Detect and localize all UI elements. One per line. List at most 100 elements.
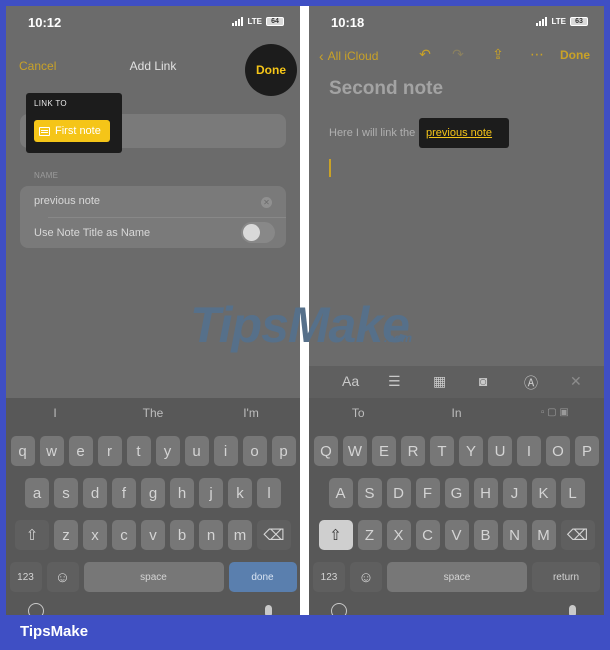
undo-icon[interactable]: ↶ (417, 46, 433, 62)
key[interactable]: F (415, 478, 440, 508)
key[interactable]: h (170, 478, 194, 508)
done-button[interactable]: Done (245, 44, 297, 96)
numbers-key[interactable]: 123 (313, 562, 345, 592)
microphone-icon[interactable] (265, 605, 272, 615)
key[interactable]: c (112, 520, 136, 550)
clear-icon[interactable]: ✕ (261, 197, 272, 208)
key[interactable]: R (401, 436, 425, 466)
table-icon[interactable]: ▦ (433, 373, 446, 390)
key[interactable]: Q (314, 436, 338, 466)
done-button[interactable]: Done (560, 48, 590, 62)
key[interactable]: z (54, 520, 78, 550)
key[interactable]: i (213, 436, 238, 466)
format-text-button[interactable]: Aa (342, 373, 359, 389)
key[interactable]: B (473, 520, 498, 550)
key[interactable]: k (228, 478, 252, 508)
suggestion-item[interactable]: I (6, 398, 104, 428)
key[interactable]: Y (459, 436, 483, 466)
key[interactable]: I (517, 436, 541, 466)
use-title-toggle[interactable] (241, 222, 275, 243)
key[interactable]: S (357, 478, 382, 508)
key[interactable]: J (502, 478, 527, 508)
key[interactable]: l (257, 478, 281, 508)
key[interactable]: L (560, 478, 585, 508)
globe-icon[interactable] (331, 603, 347, 615)
key[interactable]: M (531, 520, 556, 550)
key[interactable]: U (488, 436, 512, 466)
key[interactable]: y (155, 436, 180, 466)
key[interactable]: b (170, 520, 194, 550)
key[interactable]: q (10, 436, 35, 466)
key[interactable]: P (575, 436, 599, 466)
key[interactable]: N (502, 520, 527, 550)
more-icon[interactable]: ⋯ (529, 46, 545, 62)
numbers-key[interactable]: 123 (9, 562, 42, 592)
key[interactable]: s (54, 478, 78, 508)
key[interactable]: A (328, 478, 353, 508)
key[interactable]: a (25, 478, 49, 508)
key[interactable]: Z (357, 520, 382, 550)
done-key[interactable]: done (228, 562, 297, 592)
note-title[interactable]: Second note (329, 78, 443, 100)
camera-icon[interactable]: ◙ (479, 373, 487, 389)
globe-icon[interactable] (28, 603, 44, 615)
key[interactable]: w (39, 436, 64, 466)
return-key[interactable]: return (532, 562, 600, 592)
key[interactable]: H (473, 478, 498, 508)
key[interactable]: d (83, 478, 107, 508)
key-row-4: 123 ☺ space done (6, 562, 300, 592)
key[interactable]: K (531, 478, 556, 508)
key[interactable]: X (386, 520, 411, 550)
format-toolbar: Aa ☰ ▦ ◙ Ⓐ ✕ (309, 366, 604, 398)
keyboard: To In ▫ ▢ ▣ Q W E R T Y U I O P A S D F … (309, 398, 604, 615)
key[interactable]: V (444, 520, 469, 550)
checklist-icon[interactable]: ☰ (388, 373, 401, 390)
key[interactable]: G (444, 478, 469, 508)
key[interactable]: t (126, 436, 151, 466)
key[interactable]: g (141, 478, 165, 508)
key-row-2: A S D F G H J K L (309, 478, 604, 508)
key[interactable]: T (430, 436, 454, 466)
suggestion-item[interactable]: I'm (202, 398, 300, 428)
key[interactable]: E (372, 436, 396, 466)
status-bar: 10:12 LTE 64 (6, 6, 300, 40)
key[interactable]: v (141, 520, 165, 550)
key[interactable]: m (228, 520, 252, 550)
key[interactable]: j (199, 478, 223, 508)
key[interactable]: r (97, 436, 122, 466)
key[interactable]: e (68, 436, 93, 466)
note-body[interactable]: Here I will link the (329, 127, 415, 139)
key-row-1: Q W E R T Y U I O P (309, 436, 604, 466)
redo-icon[interactable]: ↷ (450, 46, 466, 62)
share-icon[interactable]: ⇪ (490, 46, 506, 62)
close-icon[interactable]: ✕ (570, 373, 582, 390)
back-button[interactable]: ‹ All iCloud (319, 48, 378, 64)
suggestion-item[interactable]: To (309, 398, 407, 428)
delete-key[interactable]: ⌫ (560, 520, 595, 550)
key[interactable]: u (184, 436, 209, 466)
suggestion-item[interactable]: The (104, 398, 202, 428)
key[interactable]: D (386, 478, 411, 508)
key[interactable]: n (199, 520, 223, 550)
key-row-3: ⇧ Z X C V B N M ⌫ (309, 520, 604, 550)
emoji-key[interactable]: ☺ (46, 562, 79, 592)
delete-key[interactable]: ⌫ (257, 520, 291, 550)
shift-key[interactable]: ⇧ (318, 520, 353, 550)
markup-icon[interactable]: Ⓐ (524, 373, 538, 393)
key[interactable]: O (546, 436, 570, 466)
key[interactable]: f (112, 478, 136, 508)
key[interactable]: p (271, 436, 296, 466)
shift-key[interactable]: ⇧ (15, 520, 49, 550)
key[interactable]: W (343, 436, 367, 466)
linked-note-chip[interactable]: First note (34, 120, 110, 142)
emoji-key[interactable]: ☺ (350, 562, 382, 592)
space-key[interactable]: space (83, 562, 224, 592)
key[interactable]: C (415, 520, 440, 550)
suggestion-item[interactable]: In (407, 398, 505, 428)
name-input[interactable]: previous note (34, 195, 100, 207)
space-key[interactable]: space (387, 562, 527, 592)
microphone-icon[interactable] (569, 605, 576, 615)
key[interactable]: x (83, 520, 107, 550)
key[interactable]: o (242, 436, 267, 466)
note-link[interactable]: previous note (426, 127, 492, 139)
